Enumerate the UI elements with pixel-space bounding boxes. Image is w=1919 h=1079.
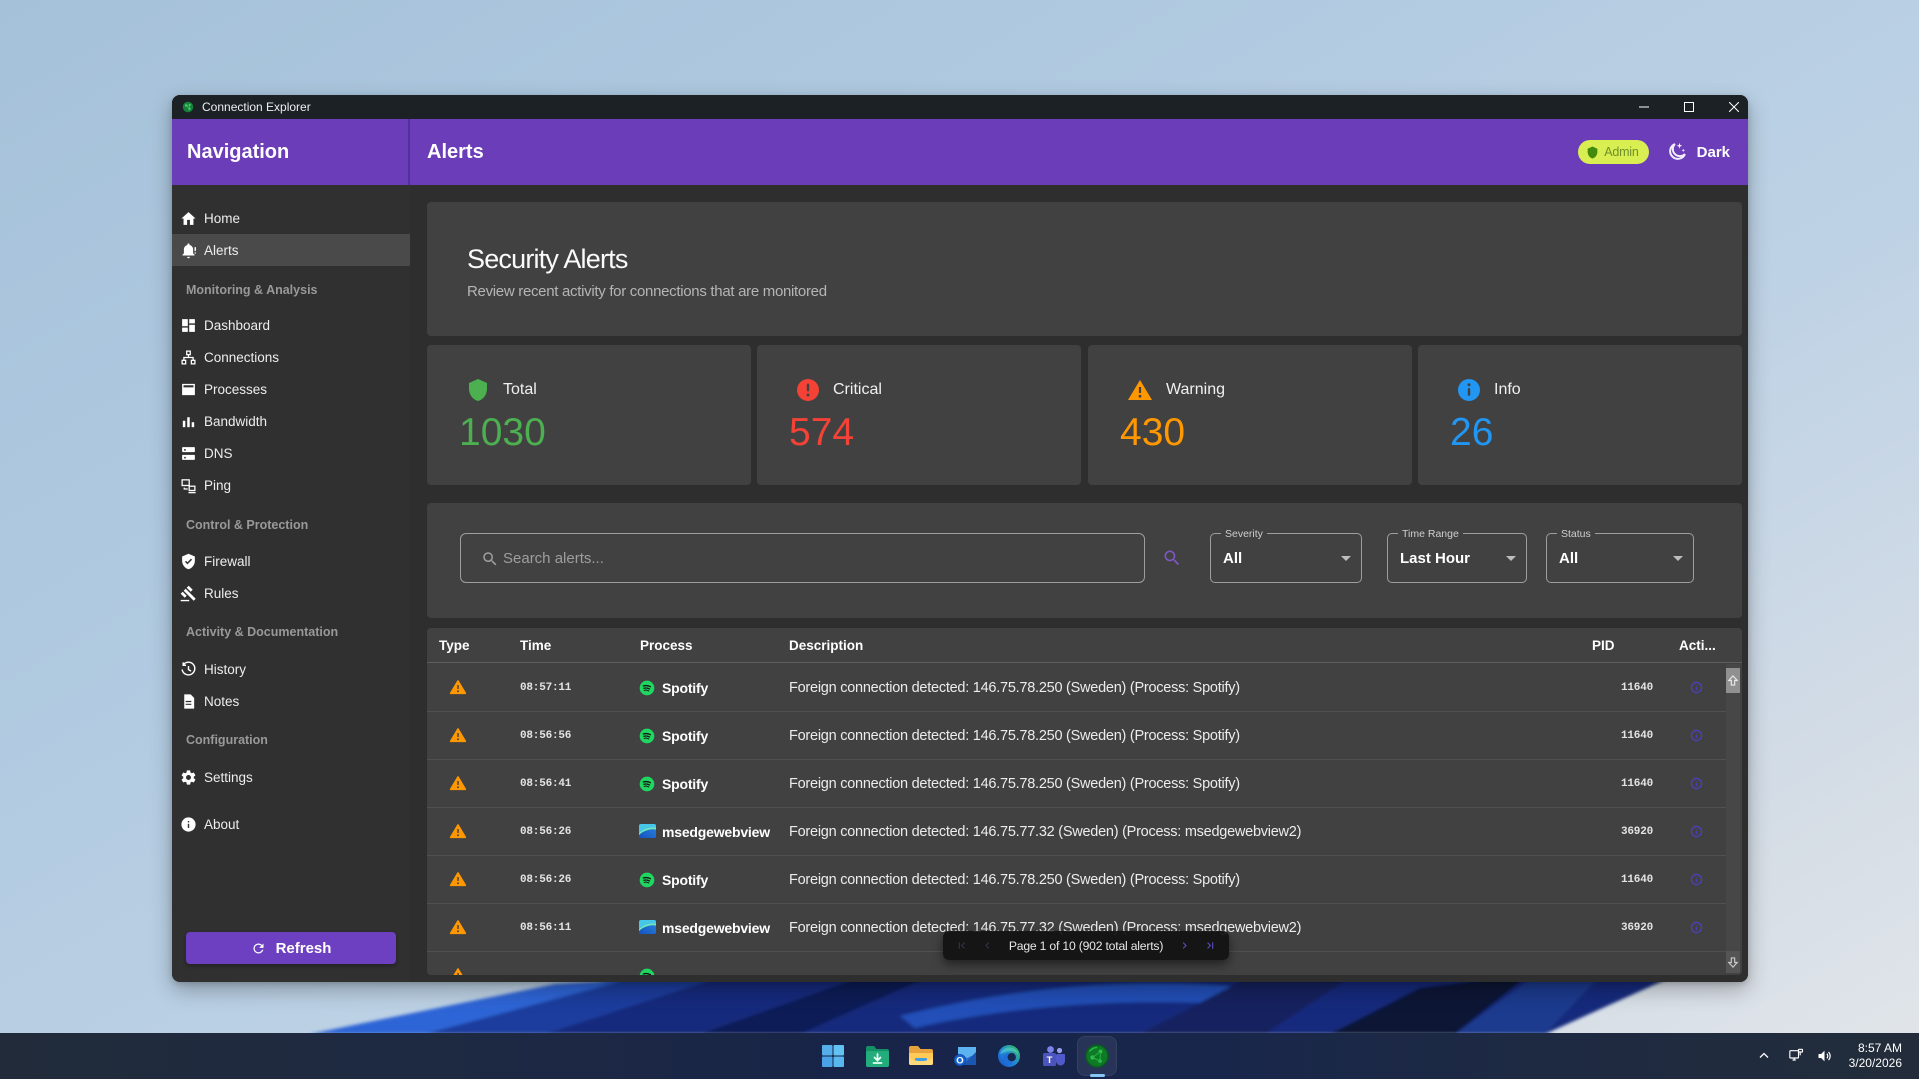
svg-text:T: T xyxy=(1046,1055,1052,1066)
svg-text:O: O xyxy=(956,1056,963,1067)
